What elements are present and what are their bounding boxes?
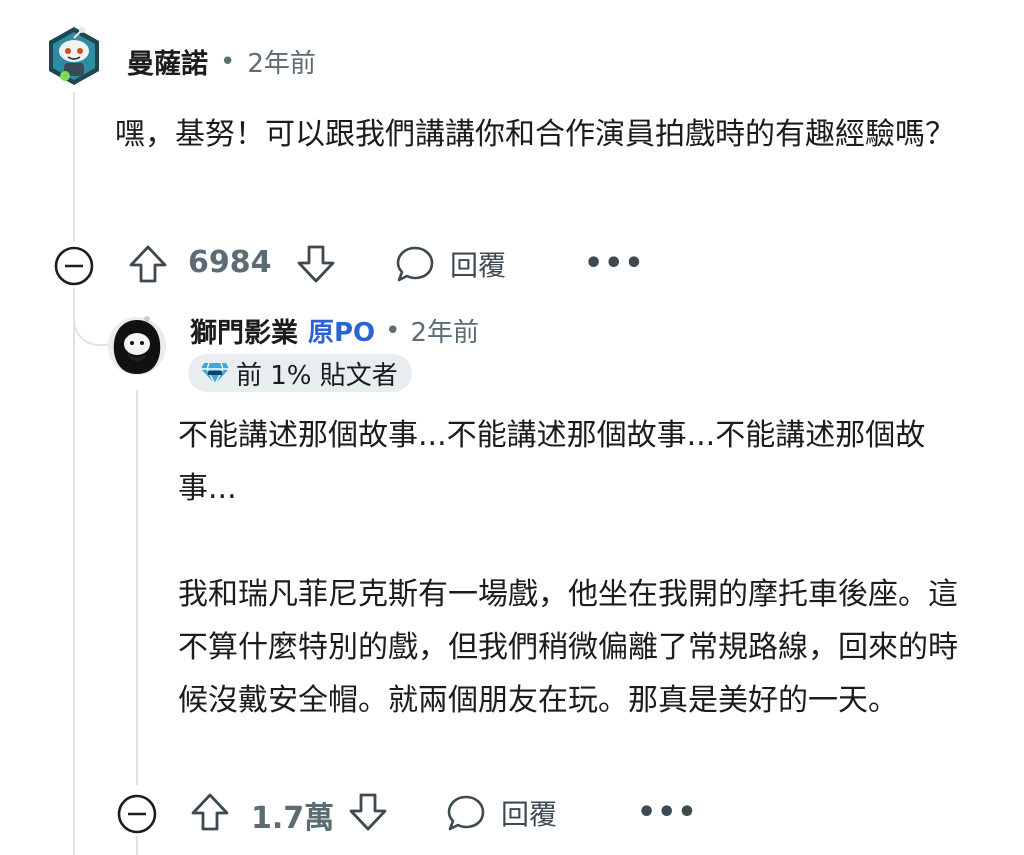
avatar[interactable] — [106, 312, 168, 378]
reply-paragraph: 不能講述那個故事...不能講述那個故事...不能講述那個故事... — [178, 418, 926, 506]
upvote-icon — [191, 793, 229, 831]
thread-connector — [73, 296, 109, 346]
comment-bubble-icon — [447, 795, 485, 831]
collapse-button[interactable] — [116, 793, 158, 839]
comment-body: 嘿，基努！可以跟我們講講你和合作演員拍戲時的有趣經驗嗎？ — [115, 108, 975, 161]
username[interactable]: 獅門影業 — [190, 311, 298, 350]
reply-paragraph: 我和瑞凡菲尼克斯有一場戲，他坐在我開的摩托車後座。這不算什麼特別的戲，但我們稍微… — [178, 577, 958, 718]
user-flair-badge: 前 1% 貼文者 — [188, 354, 412, 392]
downvote-icon — [349, 793, 387, 831]
avatar[interactable] — [46, 24, 102, 88]
downvote-icon — [297, 245, 335, 283]
collapse-button[interactable] — [53, 245, 95, 291]
upvote-icon — [129, 245, 167, 283]
more-button[interactable]: ••• — [637, 795, 698, 830]
reply-button[interactable]: 回覆 — [445, 792, 557, 834]
collapse-icon — [117, 794, 157, 834]
comment-text: 嘿，基努！可以跟我們講講你和合作演員拍戲時的有趣經驗嗎？ — [115, 117, 955, 152]
collapse-icon — [54, 246, 94, 286]
separator-dot: • — [385, 315, 401, 346]
upvote-button[interactable] — [188, 790, 232, 838]
thread-line — [73, 288, 75, 855]
downvote-button[interactable] — [346, 790, 390, 838]
vote-count: 1.7萬 — [251, 801, 335, 836]
badge-label: 前 1% 貼文者 — [236, 360, 398, 391]
bearded-avatar — [108, 316, 166, 375]
upvote-button[interactable] — [126, 242, 170, 290]
username[interactable]: 曼薩諾 — [127, 42, 208, 81]
more-button[interactable]: ••• — [584, 246, 645, 281]
comment-bubble-icon — [396, 246, 434, 282]
reply-label: 回覆 — [501, 798, 558, 831]
vote-count: 6984 — [188, 245, 272, 280]
separator-dot: • — [220, 46, 236, 77]
robot-avatar — [49, 27, 99, 85]
thread-line — [136, 390, 138, 785]
timestamp: 2年前 — [410, 318, 480, 348]
reply-label: 回覆 — [450, 249, 507, 282]
thread-line — [73, 92, 75, 242]
timestamp: 2年前 — [247, 49, 316, 79]
diamond-badge-icon — [201, 362, 229, 386]
downvote-button[interactable] — [294, 242, 338, 290]
reply-body: 不能講述那個故事...不能講述那個故事...不能講述那個故事... 我和瑞凡菲尼… — [178, 409, 958, 727]
op-label: 原PO — [308, 318, 376, 348]
reply-button[interactable]: 回覆 — [394, 243, 506, 285]
